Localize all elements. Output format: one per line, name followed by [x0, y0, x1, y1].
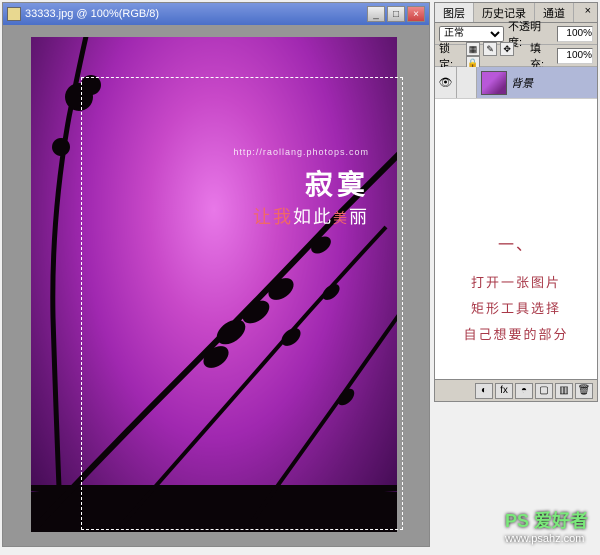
watermark: PS 爱好者 www.psahz.com	[505, 507, 588, 545]
instr-line-3: 自己想要的部分	[434, 322, 598, 348]
fx-button[interactable]: ◐	[475, 383, 493, 399]
doc-icon	[7, 7, 21, 21]
sub-d: 丽	[349, 207, 369, 227]
layer-thumbnail[interactable]	[481, 71, 507, 95]
visibility-icon[interactable]: 👁	[435, 67, 457, 98]
maximize-button[interactable]: □	[387, 6, 405, 22]
panel-close[interactable]: ×	[579, 3, 597, 22]
lock-trans-icon[interactable]: ▦	[466, 42, 480, 56]
lock-row: 锁定: ▦ ✎ ✥ 🔒 填充:	[435, 45, 597, 67]
sub-a: 让我	[253, 207, 293, 227]
watermark-domain: www.psahz.com	[505, 533, 588, 545]
lock-paint-icon[interactable]: ✎	[483, 42, 497, 56]
instructions: 一、 打开一张图片 矩形工具选择 自己想要的部分	[434, 230, 598, 348]
minimize-button[interactable]: _	[367, 6, 385, 22]
step-number: 一、	[434, 230, 598, 262]
trash-button[interactable]: 🗑	[575, 383, 593, 399]
silhouette-art	[31, 37, 397, 532]
artwork-url: http://raollang.photops.com	[233, 147, 369, 157]
window-controls: _ □ ×	[367, 6, 425, 22]
titlebar[interactable]: 33333.jpg @ 100%(RGB/8) _ □ ×	[3, 3, 429, 25]
watermark-logo: PS 爱好者	[505, 511, 588, 531]
instr-line-2: 矩形工具选择	[434, 296, 598, 322]
document-window: 33333.jpg @ 100%(RGB/8) _ □ ×	[2, 2, 430, 547]
lock-icons: ▦ ✎ ✥ 🔒	[466, 42, 526, 70]
panel-footer: ◐ fx ◓ ▢ ▥ 🗑	[435, 379, 597, 401]
adjustment-button[interactable]: ▢	[535, 383, 553, 399]
layerstyle-button[interactable]: fx	[495, 383, 513, 399]
artwork-text: http://raollang.photops.com 寂寞 让我如此美丽	[233, 147, 369, 229]
fill-input[interactable]	[557, 48, 593, 64]
newlayer-button[interactable]: ▥	[555, 383, 573, 399]
close-button[interactable]: ×	[407, 6, 425, 22]
layer-name[interactable]: 背景	[511, 75, 533, 91]
titlebar-text: 33333.jpg @ 100%(RGB/8)	[25, 8, 367, 20]
layer-link-area[interactable]	[457, 67, 477, 98]
artwork-title: 寂寞	[233, 163, 369, 203]
canvas-area[interactable]: http://raollang.photops.com 寂寞 让我如此美丽	[3, 25, 429, 546]
layer-row-background[interactable]: 👁 背景	[435, 67, 597, 99]
sub-c: 美	[333, 210, 349, 226]
lock-move-icon[interactable]: ✥	[500, 42, 514, 56]
canvas-image[interactable]: http://raollang.photops.com 寂寞 让我如此美丽	[31, 37, 397, 532]
instr-line-1: 打开一张图片	[434, 270, 598, 296]
mask-button[interactable]: ◓	[515, 383, 533, 399]
sub-b: 如此	[293, 207, 333, 227]
tab-layers[interactable]: 图层	[435, 3, 474, 22]
artwork-subtitle: 让我如此美丽	[233, 203, 369, 229]
opacity-input[interactable]	[557, 26, 593, 42]
